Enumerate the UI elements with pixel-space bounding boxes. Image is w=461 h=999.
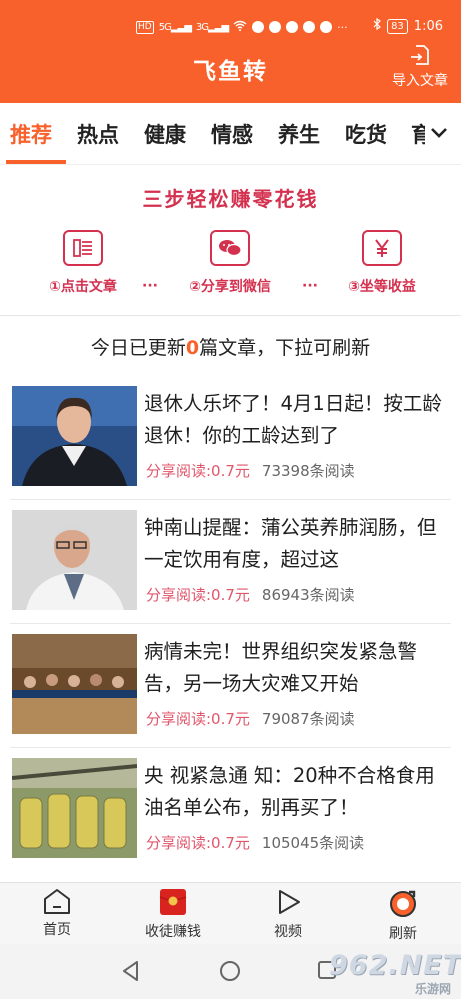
tab-wellness[interactable]: 养生	[278, 119, 320, 149]
play-icon	[279, 890, 300, 914]
update-count: 0	[185, 337, 200, 359]
wifi-icon	[233, 20, 247, 34]
import-icon	[411, 45, 429, 65]
more-icon: ···	[337, 20, 348, 34]
steps-title: 三步轻松赚零花钱	[142, 187, 319, 211]
article-earn: 分享阅读:0.7元	[146, 710, 250, 728]
watermark-logo: 962.NET 乐游网	[329, 950, 461, 996]
article-title: 退休人乐坏了！4月1日起！按工龄退休！你的工龄达到了	[144, 392, 442, 447]
article-meta: 分享阅读:0.7元 79087条阅读	[146, 708, 355, 729]
home-circle-icon[interactable]	[219, 960, 241, 982]
yuan-icon	[362, 230, 402, 266]
article-meta: 分享阅读:0.7元 73398条阅读	[146, 460, 355, 481]
back-icon[interactable]	[121, 960, 141, 982]
hd-icon: HD	[136, 20, 154, 34]
app-icon	[320, 21, 333, 33]
step-separator: ···	[142, 278, 158, 294]
signal-5g-icon: 5G▂▃▅	[158, 21, 192, 33]
step-share-wechat: ②分享到微信	[160, 230, 300, 296]
import-label: 导入文章	[392, 73, 448, 89]
bottom-nav: 首页 收徒赚钱 视频 刷新	[0, 882, 461, 944]
step-click-article: ①点击文章	[13, 230, 153, 296]
app-header: HD 5G▂▃▅ 3G▂▃▅ ··· 83 1:06 飞鱼转 导入文章	[0, 0, 461, 103]
article-title: 病情未完！世界组织突发紧急警告，另一场大灾难又开始	[144, 640, 418, 695]
article-meta: 分享阅读:0.7元 105045条阅读	[146, 832, 364, 853]
article-reads: 86943条阅读	[261, 586, 355, 604]
home-icon	[44, 889, 70, 914]
article-item[interactable]: 病情未完！世界组织突发紧急警告，另一场大灾难又开始 分享阅读:0.7元 79087…	[0, 624, 461, 748]
nav-home[interactable]: 首页	[12, 887, 102, 939]
article-thumbnail	[12, 510, 137, 610]
chevron-down-icon[interactable]	[427, 121, 451, 145]
import-article-button[interactable]: 导入文章	[387, 44, 453, 90]
nav-recruit-earn[interactable]: 收徒赚钱	[128, 887, 218, 941]
step-wait-earnings: ③坐等收益	[312, 230, 452, 296]
article-thumbnail	[12, 634, 137, 734]
category-tabs: 推荐 热点 健康 情感 养生 吃货 育	[0, 103, 461, 165]
chat-icon	[269, 21, 282, 33]
tab-parenting[interactable]: 育	[411, 119, 425, 149]
refresh-icon	[390, 890, 416, 917]
article-earn: 分享阅读:0.7元	[146, 462, 250, 480]
article-reads: 79087条阅读	[261, 710, 355, 728]
tab-recommend[interactable]: 推荐	[10, 119, 52, 149]
nav-video[interactable]: 视频	[243, 887, 333, 941]
wechat-icon	[286, 21, 299, 33]
article-item[interactable]: 退休人乐坏了！4月1日起！按工龄退休！你的工龄达到了 分享阅读:0.7元 7339…	[0, 376, 461, 500]
status-bar: HD 5G▂▃▅ 3G▂▃▅ ··· 83 1:06	[0, 17, 461, 40]
article-reads: 105045条阅读	[261, 834, 365, 852]
nav-refresh[interactable]: 刷新	[358, 887, 448, 943]
article-icon	[63, 230, 103, 266]
tab-emotion[interactable]: 情感	[211, 119, 253, 149]
red-envelope-icon	[159, 889, 187, 915]
wechat-icon	[210, 230, 250, 266]
battery-icon: 83	[387, 18, 408, 34]
article-meta: 分享阅读:0.7元 86943条阅读	[146, 584, 355, 605]
tab-health[interactable]: 健康	[144, 119, 186, 149]
update-notice: 今日已更新0篇文章，下拉可刷新	[90, 337, 371, 359]
article-title: 钟南山提醒：蒲公英养肺润肠，但一定饮用有度，超过这	[144, 516, 437, 571]
active-tab-indicator	[6, 160, 66, 164]
article-thumbnail	[12, 758, 137, 858]
article-earn: 分享阅读:0.7元	[146, 834, 250, 852]
article-reads: 73398条阅读	[261, 462, 355, 480]
article-earn: 分享阅读:0.7元	[146, 586, 250, 604]
bluetooth-icon	[373, 17, 382, 34]
article-item[interactable]: 央 视紧急通 知：20种不合格食用油名单公布，别再买了！ 分享阅读:0.7元 10…	[0, 748, 461, 872]
status-time: 1:06	[413, 18, 443, 34]
tab-foodie[interactable]: 吃货	[345, 119, 387, 149]
article-item[interactable]: 钟南山提醒：蒲公英养肺润肠，但一定饮用有度，超过这 分享阅读:0.7元 86943…	[0, 500, 461, 624]
tab-hot[interactable]: 热点	[77, 119, 119, 149]
chat-icon	[303, 21, 316, 33]
steps-banner: 三步轻松赚零花钱 ①点击文章 ··· ②分享到微信 ··· ③坐等收益	[0, 166, 461, 316]
app-icon	[252, 21, 265, 33]
signal-3g-icon: 3G▂▃▅	[195, 21, 229, 33]
article-thumbnail	[12, 386, 137, 486]
article-title: 央 视紧急通 知：20种不合格食用油名单公布，别再买了！	[144, 764, 435, 819]
